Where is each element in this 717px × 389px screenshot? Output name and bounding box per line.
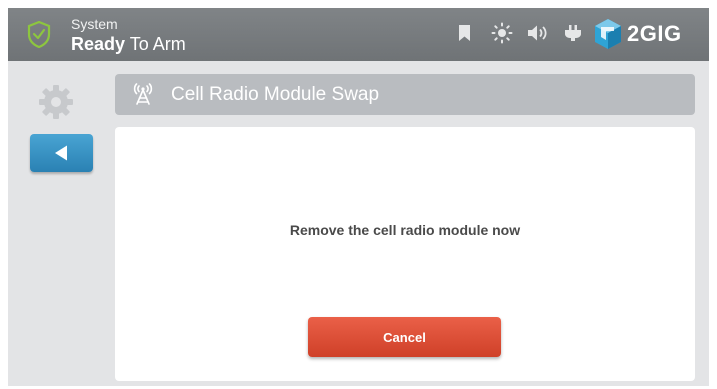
status-emphasis: Ready <box>71 34 126 54</box>
page-title: Cell Radio Module Swap <box>171 84 380 105</box>
back-button[interactable] <box>30 134 93 172</box>
volume-icon[interactable] <box>527 24 549 42</box>
brightness-icon[interactable] <box>491 22 513 44</box>
cancel-button[interactable]: Cancel <box>308 317 501 357</box>
instruction-message: Remove the cell radio module now <box>289 222 521 238</box>
header-bar: System Ready To Arm 2GIG <box>8 8 709 61</box>
power-plug-icon[interactable] <box>564 24 582 42</box>
bookmark-icon[interactable] <box>458 24 471 42</box>
title-bar: Cell Radio Module Swap <box>115 74 695 115</box>
status-rest: To Arm <box>125 34 186 54</box>
screen: System Ready To Arm 2GIG Cell Radio Modu… <box>8 8 709 386</box>
status-label: System <box>71 16 118 32</box>
brand-name: 2GIG <box>627 21 682 46</box>
status-value: Ready To Arm <box>71 34 186 54</box>
cell-tower-icon <box>133 83 153 105</box>
content-panel: Remove the cell radio module now Cancel <box>115 127 695 381</box>
2gig-logo-icon <box>595 19 621 49</box>
back-arrow-icon <box>55 145 67 161</box>
shield-check-icon <box>27 21 51 48</box>
gear-icon[interactable] <box>38 84 74 120</box>
brand-logo: 2GIG <box>593 16 682 52</box>
